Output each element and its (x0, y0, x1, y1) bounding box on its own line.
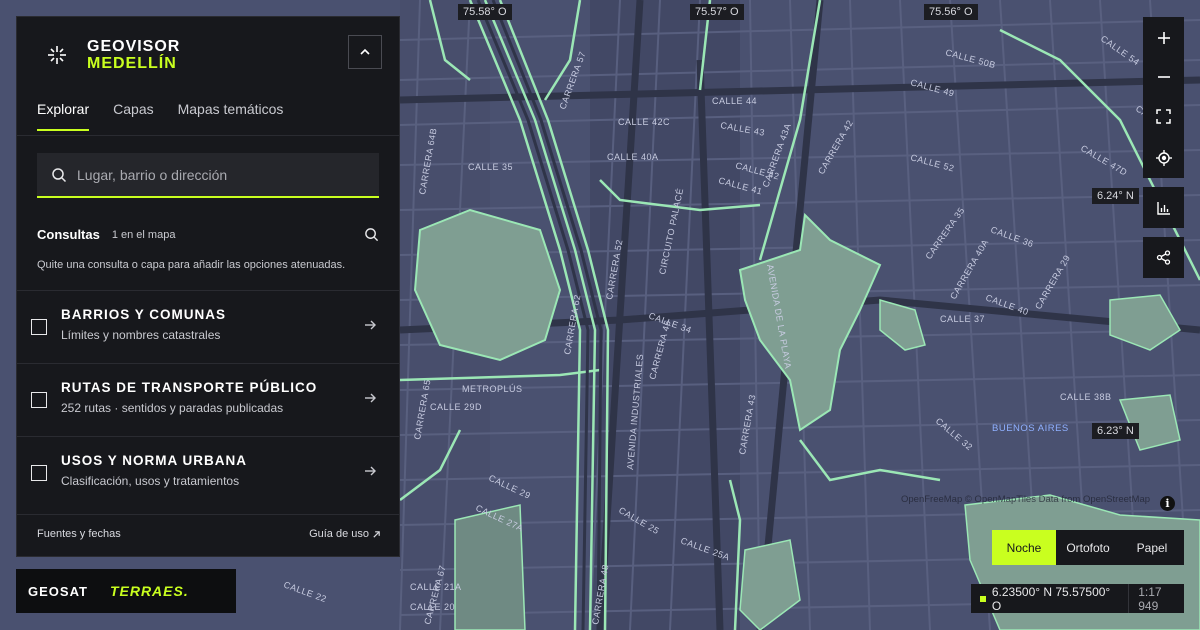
guide-link[interactable]: Guía de uso (309, 528, 381, 540)
brand: GEOVISOR MEDELLÍN (37, 35, 180, 75)
layer-item-usos[interactable]: USOS Y NORMA URBANA Clasificación, usos … (17, 436, 399, 509)
layer-title: RUTAS DE TRANSPORTE PÚBLICO (61, 380, 318, 395)
street-label: CALLE 42C (618, 117, 670, 127)
layer-checkbox[interactable] (31, 392, 47, 408)
brand-subtitle: MEDELLÍN (87, 55, 177, 72)
geosat-logo: GEOSAT (28, 583, 88, 599)
layer-subtitle: 252 rutas · sentidos y paradas publicada… (61, 401, 284, 415)
layer-checkbox[interactable] (31, 465, 47, 481)
layer-title: BARRIOS Y COMUNAS (61, 307, 227, 322)
divider (1128, 584, 1130, 613)
basemap-noche[interactable]: Noche (992, 530, 1056, 565)
tab-explorar[interactable]: Explorar (37, 101, 90, 131)
sparkle-logo-icon (37, 35, 77, 75)
consultas-search-button[interactable] (364, 227, 379, 242)
fullscreen-button[interactable] (1143, 96, 1184, 137)
minus-icon (1157, 75, 1170, 78)
layer-subtitle: Clasificación, usos y tratamientos (61, 474, 240, 488)
consultas-hint: Quite una consulta o capa para añadir la… (37, 259, 346, 271)
share-icon (1156, 250, 1171, 265)
search-icon (365, 228, 379, 242)
panel-footer: Fuentes y fechas Guía de uso (37, 528, 381, 540)
search-box (37, 153, 379, 198)
crosshair-icon (1155, 149, 1172, 166)
longitude-label: 75.56° O (924, 4, 978, 20)
tab-capas[interactable]: Capas (113, 101, 153, 131)
latitude-label: 6.24° N (1092, 188, 1139, 204)
panel-tabs: Explorar Capas Mapas temáticos (37, 101, 283, 131)
info-icon[interactable]: i (1160, 496, 1175, 511)
search-input[interactable] (75, 165, 369, 184)
street-label: METROPLÚS (462, 384, 523, 394)
street-label: CALLE 35 (468, 162, 513, 172)
brand-title: GEOVISOR (87, 38, 181, 55)
longitude-label: 75.58° O (458, 4, 512, 20)
street-label: CALLE 40A (607, 152, 659, 162)
basemap-switcher: Noche Ortofoto Papel (992, 530, 1184, 565)
layer-subtitle: Límites y nombres catastrales (61, 328, 221, 342)
street-label: CALLE 44 (712, 96, 757, 106)
zoom-out-button[interactable] (1143, 56, 1184, 97)
divider (17, 514, 399, 515)
external-link-icon (373, 530, 380, 538)
collapse-panel-button[interactable] (348, 35, 382, 69)
bar-chart-icon (1156, 201, 1170, 215)
locate-button[interactable] (1143, 137, 1184, 178)
street-label: CALLE 37 (940, 314, 985, 324)
coordinates-value: 6.23500° N 75.57500° O (991, 584, 1111, 613)
arrow-right-icon (365, 466, 376, 476)
map-attribution: OpenFreeMap © OpenMapTiles Data from Ope… (901, 494, 1151, 505)
explore-panel: GEOVISOR MEDELLÍN Explorar Capas Mapas t… (16, 16, 400, 557)
basemap-papel[interactable]: Papel (1120, 530, 1184, 565)
consultas-count: 1 en el mapa (111, 228, 176, 241)
layer-checkbox[interactable] (31, 319, 47, 335)
guide-label: Guía de uso (309, 528, 369, 540)
location-dot (980, 595, 986, 602)
arrow-right-icon (365, 393, 376, 403)
chevron-up-icon (360, 48, 370, 55)
layer-item-barrios[interactable]: BARRIOS Y COMUNAS Límites y nombres cata… (17, 290, 399, 363)
share-button[interactable] (1143, 237, 1184, 278)
partner-logos: GEOSAT TERRAES. (16, 569, 236, 613)
plus-icon (1157, 31, 1170, 44)
longitude-label: 75.57° O (690, 4, 744, 20)
map-scale: 1:17 949 (1138, 584, 1162, 613)
layer-item-rutas[interactable]: RUTAS DE TRANSPORTE PÚBLICO 252 rutas · … (17, 363, 399, 436)
street-label: CALLE 38B (1060, 392, 1112, 402)
arrow-right-icon (365, 320, 376, 330)
street-label: CALLE 29D (430, 402, 482, 412)
consultas-header: Consultas 1 en el mapa (37, 227, 379, 242)
zoom-in-button[interactable] (1143, 17, 1184, 58)
consultas-title: Consultas (37, 227, 100, 242)
stats-button[interactable] (1143, 187, 1184, 228)
expand-icon (1156, 109, 1171, 124)
layer-title: USOS Y NORMA URBANA (61, 453, 248, 468)
neighborhood-label: BUENOS AIRES (992, 423, 1069, 434)
search-icon (52, 167, 67, 182)
basemap-ortofoto[interactable]: Ortofoto (1056, 530, 1120, 565)
latitude-label: 6.23° N (1092, 423, 1139, 439)
terraes-logo: TERRAES. (109, 583, 189, 599)
divider (17, 135, 399, 136)
tab-mapas-tematicos[interactable]: Mapas temáticos (178, 101, 284, 131)
sources-link[interactable]: Fuentes y fechas (37, 528, 121, 540)
coordinates-bar: 6.23500° N 75.57500° O 1:17 949 (971, 584, 1184, 613)
